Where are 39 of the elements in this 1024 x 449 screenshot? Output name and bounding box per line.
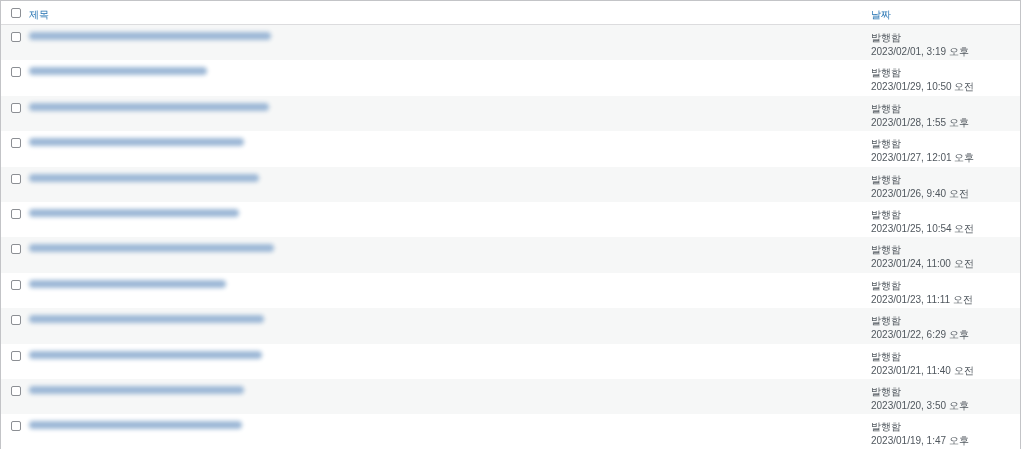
post-status: 발행함 (871, 172, 901, 187)
checkbox[interactable] (11, 138, 21, 149)
column-header[interactable]: 제목 (29, 8, 49, 20)
post-date: 2023/01/21, 11:40 오전 (871, 363, 974, 378)
post-date: 2023/02/01, 3:19 오후 (871, 45, 969, 59)
post-status: 발행함 (871, 66, 901, 81)
post-status: 발행함 (871, 137, 901, 152)
post-date: 2023/01/25, 10:54 오전 (871, 221, 975, 236)
post-date: 2023/01/28, 1:55 오후 (871, 115, 969, 130)
checkbox[interactable] (11, 208, 21, 219)
post-date: 2023/01/20, 3:50 오후 (871, 398, 969, 413)
post-date: 2023/01/19, 1:47 오후 (871, 434, 969, 449)
checkbox[interactable] (11, 385, 21, 396)
checkbox[interactable] (11, 7, 21, 18)
post-date: 2023/01/22, 6:29 오후 (871, 328, 969, 343)
post-status: 발행함 (871, 384, 901, 399)
checkbox[interactable] (11, 279, 21, 290)
column-header[interactable]: 날짜 (871, 8, 891, 20)
checkbox[interactable] (11, 421, 21, 432)
post-date: 2023/01/24, 11:00 오전 (871, 257, 974, 272)
checkbox[interactable] (11, 102, 21, 113)
checkbox[interactable] (11, 244, 21, 255)
checkbox[interactable] (11, 173, 21, 184)
post-status: 발행함 (871, 314, 901, 329)
checkbox[interactable] (11, 32, 21, 42)
post-status: 발행함 (871, 243, 901, 258)
post-date: 2023/01/26, 9:40 오전 (871, 186, 969, 201)
checkbox[interactable] (11, 67, 21, 78)
post-status: 발행함 (871, 278, 901, 293)
post-date: 2023/01/29, 10:50 오전 (871, 80, 975, 95)
checkbox[interactable] (11, 350, 21, 361)
post-date: 2023/01/27, 12:01 오후 (871, 151, 975, 166)
post-date: 2023/01/23, 11:11 오전 (871, 292, 973, 307)
checkbox[interactable] (11, 315, 21, 326)
post-status: 발행함 (871, 31, 901, 45)
post-status: 발행함 (871, 349, 901, 364)
post-status: 발행함 (871, 101, 901, 116)
post-status: 발행함 (871, 420, 901, 435)
post-status: 발행함 (871, 207, 901, 222)
